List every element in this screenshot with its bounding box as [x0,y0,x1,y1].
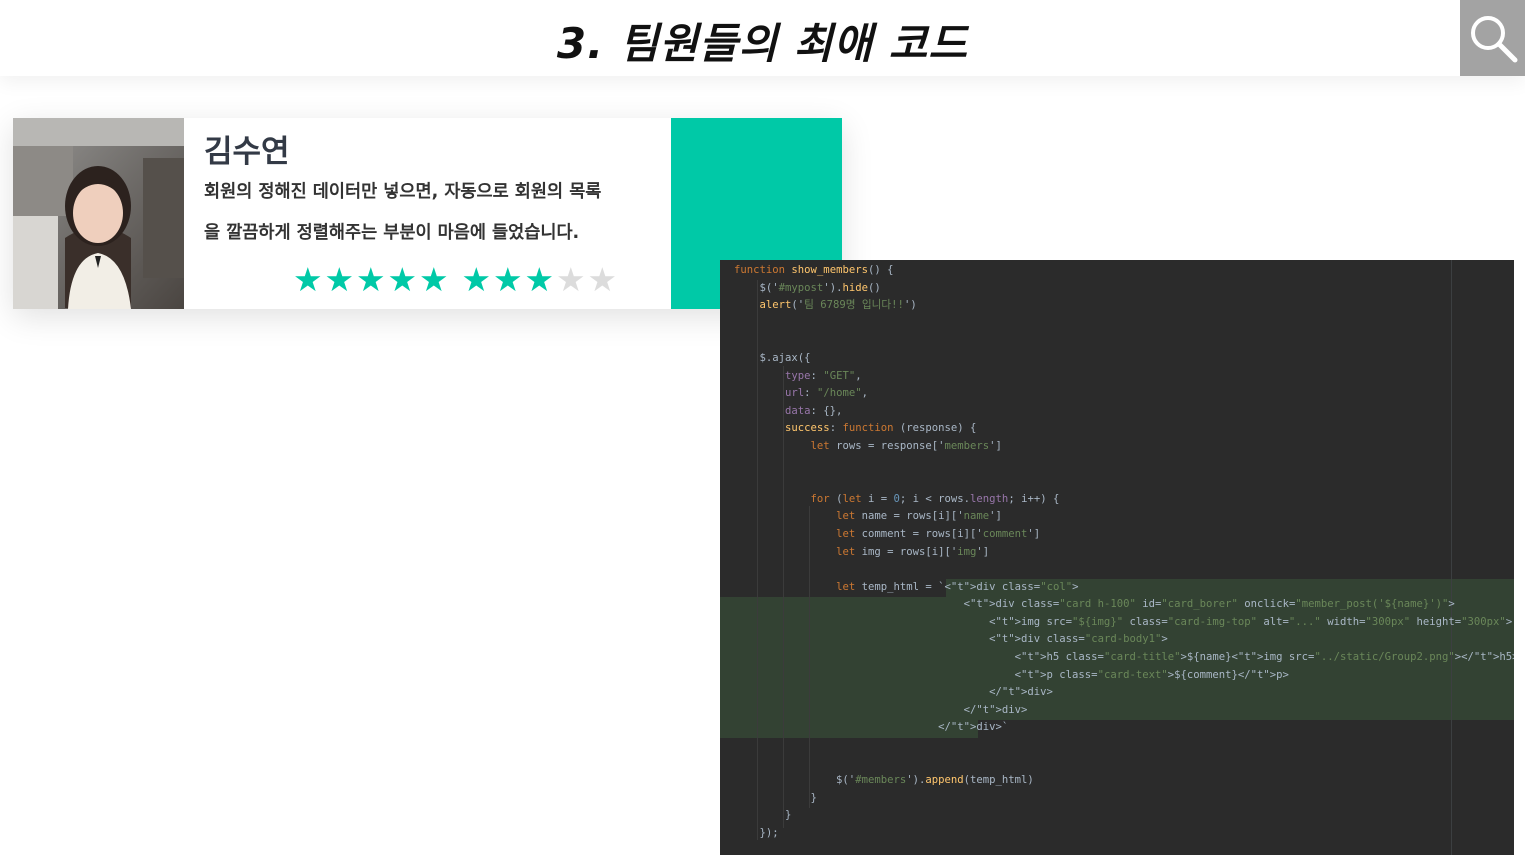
star-filled-icon: ★ [492,260,523,299]
code-line: alert('팀 6789명 입니다!!') [759,299,917,312]
code-line: $('#mypost').hide() [734,281,881,294]
code-line: function show_members() { [734,264,894,276]
code-line: let rows = response['members'] [810,439,1002,452]
member-name: 김수연 [204,134,290,170]
code-line: let temp_html = `<"t">div class="col"> [836,580,1079,593]
member-photo [13,118,184,309]
code-line: } [734,791,817,804]
code-line: <"t">div class="card-body1"> [734,633,1168,646]
code-line: }); [734,827,779,839]
comment-line-1: 회원의 정해진 데이터만 넣으면, 자동으로 회원의 목록 [204,182,602,202]
code-line: </"t">div> [734,686,1053,699]
code-line: $('#members').append(temp_html) [734,774,1034,787]
code-line: let name = rows[i]['name'] [836,510,1002,523]
star-filled-icon: ★ [387,260,418,299]
code-screenshot: function show_members() { $('#mypost').h… [720,260,1514,855]
code-line: ​ [734,332,1514,350]
code-line: for (let i = 0; i < rows.length; i++) { [810,492,1060,505]
page-title: 3. 팀원들의 최애 코드 [556,19,969,68]
code-line: ​ [734,755,1514,773]
search-icon [1470,16,1517,63]
code-line: success: function (response) { [785,422,977,435]
code-line: ​ [734,737,1514,755]
code-line: <"t">p class="card-text">${comment}</"t"… [734,668,1289,681]
code-line: <"t">h5 class="card-title">${name}<"t">i… [734,651,1514,664]
star-filled-icon: ★ [324,260,355,299]
star-empty-icon: ★ [555,260,586,299]
member-card[interactable]: 김수연 회원의 정해진 데이터만 넣으면, 자동으로 회원의 목록 을 깔끔하게… [13,118,842,309]
code-line: ​ [734,315,1514,333]
code-line: let img = rows[i]['img'] [836,545,990,558]
code-line: ​ [734,561,1514,579]
code-block: function show_members() { $('#mypost').h… [734,262,1514,843]
code-line: <"t">img src="${img}" class="card-img-to… [734,615,1513,628]
search-button[interactable] [1460,0,1525,76]
star-rating: ★ ★ ★ ★ ★ ★ ★ ★ ★ ★ [292,261,618,299]
star-filled-icon: ★ [418,260,449,299]
code-line: data: {}, [785,404,843,417]
star-filled-icon: ★ [461,260,492,299]
code-line: ​ [734,473,1514,491]
code-line: let comment = rows[i]['comment'] [836,527,1041,540]
comment-line-2: 을 깔끔하게 정렬해주는 부분이 마음에 들었습니다. [204,223,580,243]
code-line: type: "GET", [785,369,862,382]
star-filled-icon: ★ [524,260,555,299]
code-line: } [734,809,792,822]
code-line: </"t">div>` [734,721,1009,734]
code-line: </"t">div> [734,703,1028,716]
code-line: ​ [734,456,1514,474]
star-empty-icon: ★ [587,260,618,299]
star-filled-icon: ★ [355,260,386,299]
code-line: $.ajax({ [734,351,811,364]
member-comment: 회원의 정해진 데이터만 넣으면, 자동으로 회원의 목록 을 깔끔하게 정렬해… [204,172,644,254]
top-bar: 3. 팀원들의 최애 코드 [0,0,1525,76]
code-line: url: "/home", [785,387,868,400]
star-group-gap [450,261,461,299]
code-line: <"t">div class="card h-100" id="card_bor… [734,598,1455,611]
star-filled-icon: ★ [292,260,323,299]
